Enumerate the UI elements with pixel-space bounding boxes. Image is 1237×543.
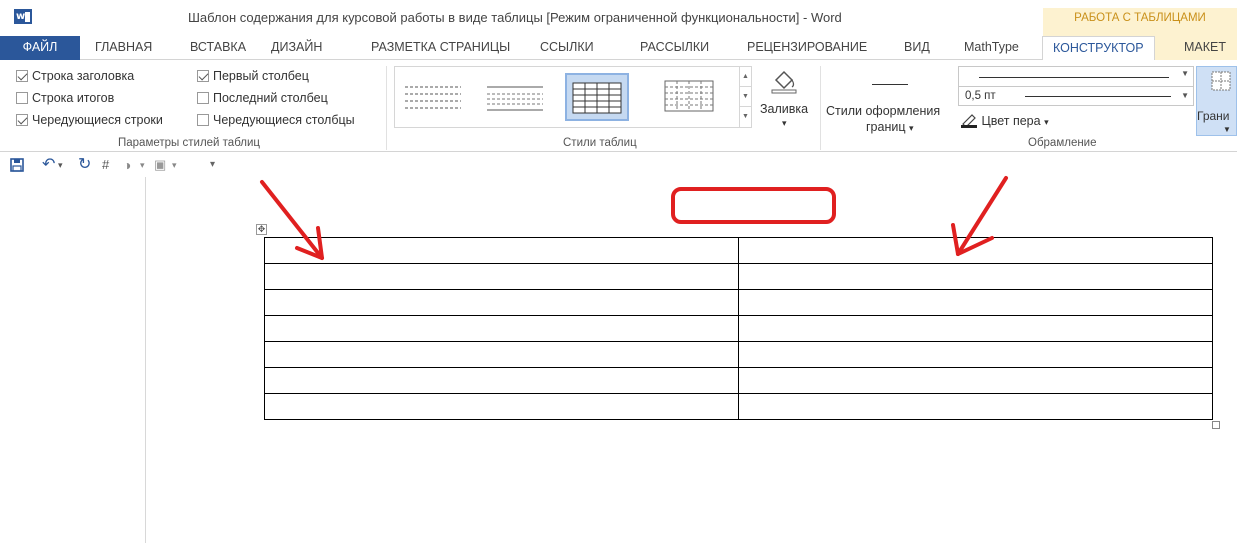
- annotation-arrow-left-shaft: [260, 180, 324, 260]
- annotation-arrows: [260, 176, 1008, 260]
- word-window: w Шаблон содержания для курсовой работы …: [0, 0, 1237, 543]
